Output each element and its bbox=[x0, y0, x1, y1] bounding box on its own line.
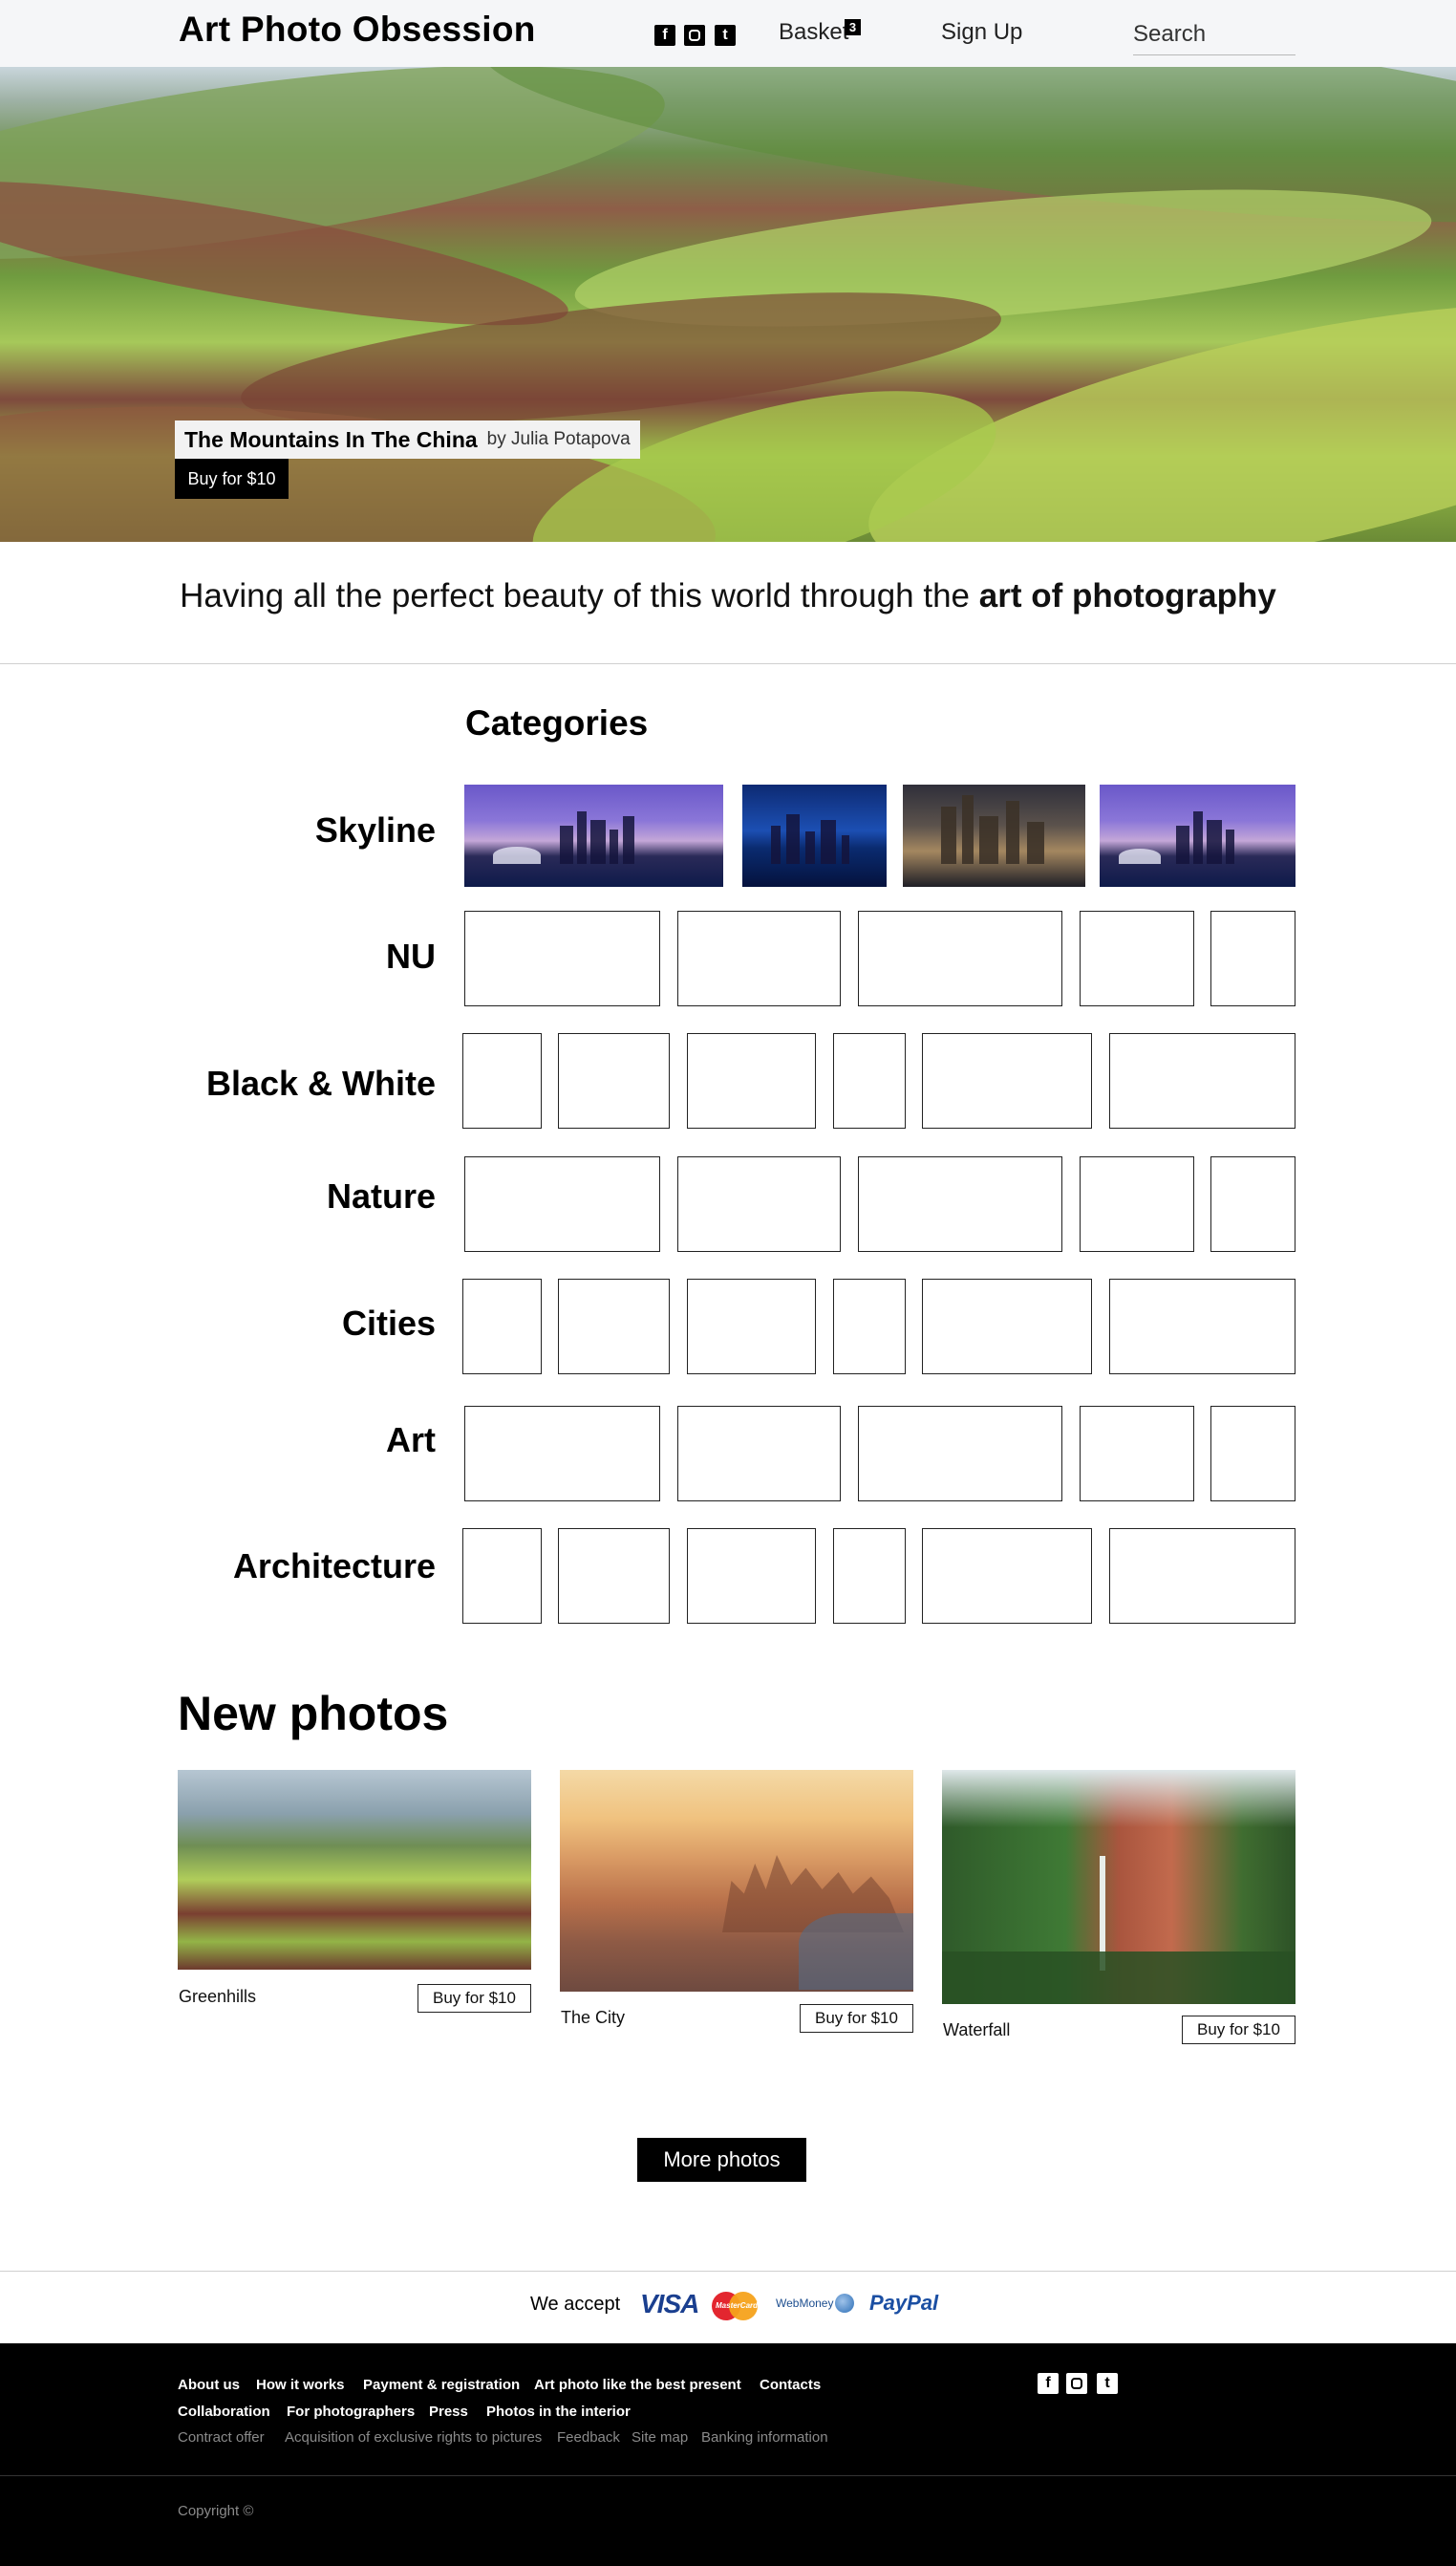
section-divider bbox=[0, 663, 1456, 664]
category-thumb[interactable] bbox=[464, 785, 723, 887]
footer-link-photographers[interactable]: For photographers bbox=[287, 2404, 415, 2420]
hero-buy-button[interactable]: Buy for $10 bbox=[175, 459, 289, 499]
category-thumb[interactable] bbox=[1109, 1279, 1295, 1374]
footer-link-banking[interactable]: Banking information bbox=[701, 2429, 828, 2446]
category-thumb[interactable] bbox=[677, 911, 841, 1006]
footer-link-payment[interactable]: Payment & registration bbox=[363, 2377, 520, 2393]
category-thumb[interactable] bbox=[1080, 1406, 1194, 1501]
tagline-emphasis: art of photography bbox=[978, 577, 1276, 615]
tumblr-icon[interactable]: t bbox=[715, 25, 736, 46]
category-thumb[interactable] bbox=[1210, 1156, 1295, 1252]
footer-link-interior[interactable]: Photos in the interior bbox=[486, 2404, 631, 2420]
mastercard-logo: MasterCard bbox=[712, 2292, 758, 2320]
basket-link[interactable]: Basket bbox=[779, 19, 848, 46]
hero-caption: The Mountains In The China by Julia Pota… bbox=[175, 420, 640, 459]
category-thumb[interactable] bbox=[687, 1033, 816, 1129]
category-thumb[interactable] bbox=[1109, 1528, 1295, 1624]
category-label-nature[interactable]: Nature bbox=[327, 1176, 436, 1217]
category-thumb[interactable] bbox=[833, 1033, 906, 1129]
footer-link-art-present[interactable]: Art photo like the best present bbox=[534, 2377, 741, 2393]
categories-title: Categories bbox=[465, 703, 649, 743]
category-thumb[interactable] bbox=[833, 1279, 906, 1374]
section-divider bbox=[0, 2271, 1456, 2272]
site-header: Art Photo Obsession f t Basket 3 Sign Up bbox=[0, 0, 1456, 67]
footer-link-press[interactable]: Press bbox=[429, 2404, 468, 2420]
footer-link-contacts[interactable]: Contacts bbox=[760, 2377, 821, 2393]
footer-link-contract[interactable]: Contract offer bbox=[178, 2429, 265, 2446]
category-thumb[interactable] bbox=[464, 911, 660, 1006]
category-label-nu[interactable]: NU bbox=[386, 937, 436, 977]
photo-label: The City bbox=[561, 2008, 626, 2027]
photo-greenhills[interactable] bbox=[178, 1770, 531, 1970]
facebook-icon[interactable]: f bbox=[1038, 2373, 1059, 2394]
we-accept-label: We accept bbox=[530, 2294, 621, 2315]
category-thumb[interactable] bbox=[464, 1406, 660, 1501]
photo-the-city[interactable] bbox=[560, 1770, 913, 1992]
footer-link-sitemap[interactable]: Site map bbox=[632, 2429, 688, 2446]
category-thumb[interactable] bbox=[858, 1406, 1062, 1501]
category-thumb[interactable] bbox=[677, 1406, 841, 1501]
photo-buy-button[interactable]: Buy for $10 bbox=[418, 1984, 531, 2013]
category-label-black-white[interactable]: Black & White bbox=[206, 1064, 436, 1104]
tumblr-icon[interactable]: t bbox=[1097, 2373, 1118, 2394]
webmoney-globe-icon bbox=[835, 2294, 854, 2313]
category-thumb[interactable] bbox=[922, 1279, 1092, 1374]
category-label-cities[interactable]: Cities bbox=[342, 1304, 436, 1344]
category-label-skyline[interactable]: Skyline bbox=[315, 810, 436, 851]
hero-title: The Mountains In The China bbox=[184, 426, 478, 452]
footer-link-how-it-works[interactable]: How it works bbox=[256, 2377, 345, 2393]
photo-label: Waterfall bbox=[943, 2020, 1011, 2039]
instagram-icon[interactable] bbox=[1066, 2373, 1087, 2394]
footer-link-about[interactable]: About us bbox=[178, 2377, 240, 2393]
category-thumb[interactable] bbox=[462, 1528, 542, 1624]
facebook-icon[interactable]: f bbox=[654, 25, 675, 46]
category-thumb[interactable] bbox=[687, 1279, 816, 1374]
hero-author[interactable]: by Julia Potapova bbox=[487, 429, 631, 450]
webmoney-logo: WebMoney bbox=[776, 2296, 834, 2310]
category-thumb[interactable] bbox=[1109, 1033, 1295, 1129]
category-thumb[interactable] bbox=[742, 785, 887, 887]
copyright: Copyright © bbox=[178, 2503, 254, 2519]
more-photos-button[interactable]: More photos bbox=[637, 2138, 806, 2182]
tagline: Having all the perfect beauty of this wo… bbox=[0, 577, 1456, 615]
tagline-text: Having all the perfect beauty of this wo… bbox=[180, 577, 979, 615]
category-thumb[interactable] bbox=[677, 1156, 841, 1252]
instagram-icon[interactable] bbox=[684, 25, 705, 46]
category-thumb[interactable] bbox=[462, 1279, 542, 1374]
category-label-architecture[interactable]: Architecture bbox=[233, 1546, 436, 1586]
photo-label: Greenhills bbox=[179, 1987, 257, 2006]
photo-waterfall[interactable] bbox=[942, 1770, 1295, 2004]
category-thumb[interactable] bbox=[903, 785, 1085, 887]
category-thumb[interactable] bbox=[464, 1156, 660, 1252]
search-input[interactable] bbox=[1133, 19, 1295, 55]
category-thumb[interactable] bbox=[1100, 785, 1295, 887]
signup-link[interactable]: Sign Up bbox=[941, 19, 1022, 46]
category-label-art[interactable]: Art bbox=[386, 1420, 436, 1460]
category-thumb[interactable] bbox=[462, 1033, 542, 1129]
category-thumb[interactable] bbox=[858, 911, 1062, 1006]
category-thumb[interactable] bbox=[1210, 1406, 1295, 1501]
footer-link-exclusive-rights[interactable]: Acquisition of exclusive rights to pictu… bbox=[285, 2429, 542, 2446]
basket-count-badge: 3 bbox=[845, 19, 861, 35]
category-thumb[interactable] bbox=[558, 1033, 670, 1129]
category-thumb[interactable] bbox=[922, 1528, 1092, 1624]
category-thumb[interactable] bbox=[1080, 1156, 1194, 1252]
category-thumb[interactable] bbox=[922, 1033, 1092, 1129]
new-photos-title: New photos bbox=[178, 1687, 449, 1740]
footer-link-feedback[interactable]: Feedback bbox=[557, 2429, 620, 2446]
category-thumb[interactable] bbox=[1080, 911, 1194, 1006]
category-thumb[interactable] bbox=[1210, 911, 1295, 1006]
photo-buy-button[interactable]: Buy for $10 bbox=[1182, 2016, 1295, 2044]
category-thumb[interactable] bbox=[558, 1279, 670, 1374]
footer-divider bbox=[0, 2475, 1456, 2476]
category-thumb[interactable] bbox=[858, 1156, 1062, 1252]
site-logo[interactable]: Art Photo Obsession bbox=[179, 10, 536, 50]
visa-logo: VISA bbox=[640, 2289, 699, 2318]
category-thumb[interactable] bbox=[833, 1528, 906, 1624]
category-thumb[interactable] bbox=[687, 1528, 816, 1624]
paypal-logo: PayPal bbox=[869, 2291, 939, 2315]
photo-buy-button[interactable]: Buy for $10 bbox=[800, 2004, 913, 2033]
category-thumb[interactable] bbox=[558, 1528, 670, 1624]
footer-link-collaboration[interactable]: Collaboration bbox=[178, 2404, 270, 2420]
